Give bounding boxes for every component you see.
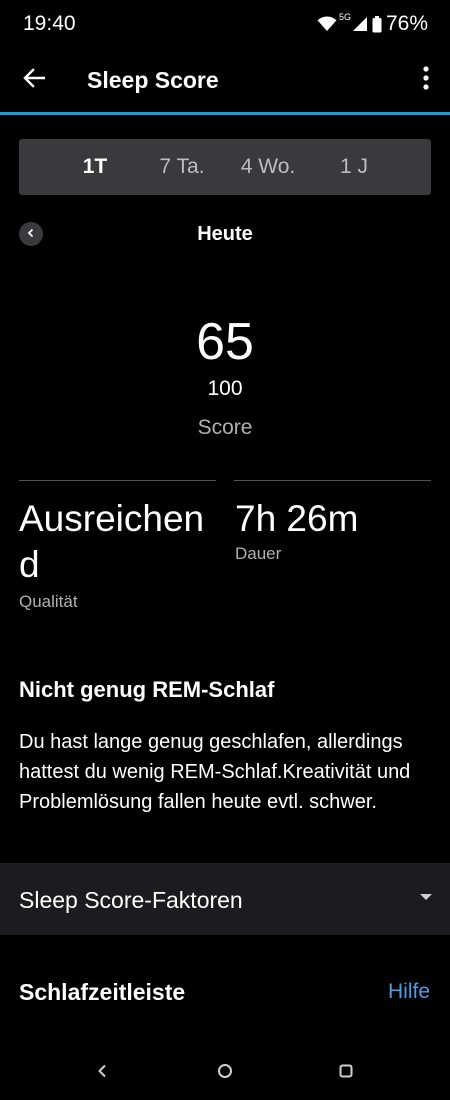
sleep-score-label: Score <box>197 416 253 439</box>
period-selector: 1T 7 Ta. 4 Wo. 1 J <box>19 139 431 195</box>
nav-home-icon <box>217 1063 233 1084</box>
battery-percent: 76% <box>385 12 428 35</box>
chevron-left-icon <box>26 225 36 243</box>
stat-divider-right <box>234 480 431 481</box>
duration-value: 7h 26m <box>235 498 359 539</box>
nav-recents-button[interactable] <box>331 1058 361 1088</box>
network-type: 5G <box>338 12 351 22</box>
status-icons: 5G 76% <box>317 12 428 36</box>
quality-label: Qualität <box>19 592 78 611</box>
nav-back-button[interactable] <box>87 1058 117 1088</box>
sleep-score-max: 100 <box>207 377 243 400</box>
nav-home-button[interactable] <box>210 1058 240 1088</box>
sleep-score-screen: 19:40 5G 76% Sleep Score 1T 7 Ta. 4 Wo. … <box>0 0 450 1100</box>
battery-icon <box>372 15 382 33</box>
status-time: 19:40 <box>23 12 76 35</box>
more-vert-icon <box>423 65 429 95</box>
tab-4-weeks[interactable]: 4 Wo. <box>233 139 303 195</box>
previous-day-button[interactable] <box>19 222 43 246</box>
page-title: Sleep Score <box>87 67 219 93</box>
stat-divider-left <box>19 480 216 481</box>
status-bar: 19:40 5G 76% <box>0 0 450 50</box>
quality-value: Ausreichend <box>19 498 205 585</box>
duration-label: Dauer <box>235 544 282 563</box>
sleep-score-factors-dropdown[interactable]: Sleep Score-Faktoren <box>0 863 450 935</box>
sleep-score-value: 65 <box>196 313 254 371</box>
app-bar-accent-line <box>0 112 450 115</box>
factors-label: Sleep Score-Faktoren <box>19 887 243 913</box>
arrow-left-icon <box>23 67 46 93</box>
app-bar: Sleep Score <box>0 50 450 112</box>
insight-title: Nicht genug REM-Schlaf <box>19 677 275 702</box>
more-options-button[interactable] <box>414 62 438 98</box>
system-nav-bar <box>0 1045 450 1100</box>
tab-7-days[interactable]: 7 Ta. <box>149 139 215 195</box>
tab-1-day[interactable]: 1T <box>69 139 121 195</box>
date-label: Heute <box>197 223 253 245</box>
wifi-icon <box>317 16 337 32</box>
nav-recents-icon <box>339 1064 353 1083</box>
tab-1-year[interactable]: 1 J <box>331 139 377 195</box>
sleep-timeline-title: Schlafzeitleiste <box>19 979 186 1005</box>
help-link[interactable]: Hilfe <box>388 980 430 1004</box>
nav-back-icon <box>96 1064 108 1083</box>
back-button[interactable] <box>14 62 54 98</box>
caret-down-icon <box>420 894 432 900</box>
cell-signal-icon <box>352 16 368 32</box>
insight-body: Du hast lange genug geschlafen, allerdin… <box>19 731 411 813</box>
